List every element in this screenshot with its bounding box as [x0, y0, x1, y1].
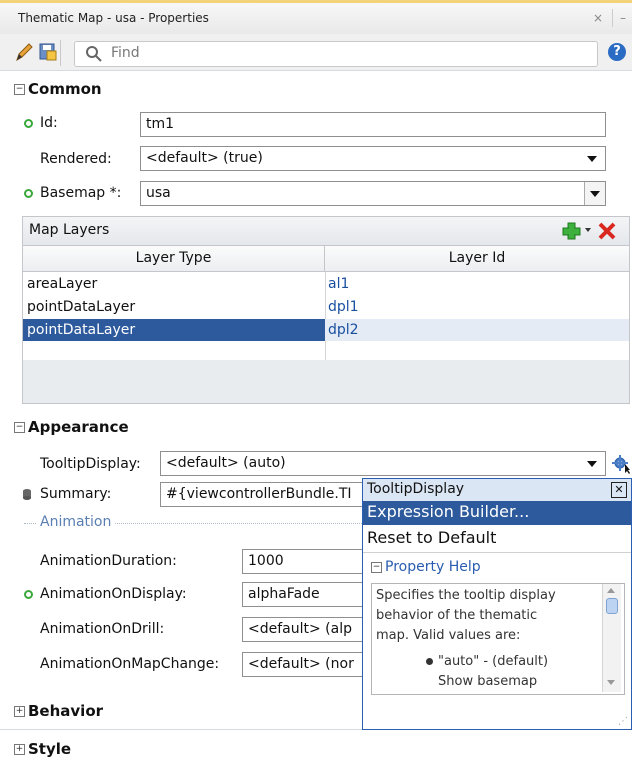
- property-help-text: Specifies the tooltip display behavior o…: [371, 583, 625, 695]
- resize-grip-icon[interactable]: ⋰: [618, 716, 628, 727]
- collapse-toggle-icon[interactable]: −: [371, 561, 382, 573]
- summary-label: Summary:: [40, 486, 112, 502]
- layer-type-cell: pointDataLayer: [27, 299, 136, 315]
- database-icon: [23, 489, 31, 500]
- required-dot-icon: [24, 189, 33, 198]
- table-row[interactable]: areaLayer al1: [23, 273, 629, 295]
- section-style-label: Style: [28, 740, 72, 758]
- dropdown-button[interactable]: [584, 182, 605, 205]
- table-row-selected[interactable]: pointDataLayer dpl2: [23, 319, 629, 341]
- basemap-combobox[interactable]: usa: [140, 181, 606, 206]
- animation-on-display-label: AnimationOnDisplay:: [40, 586, 187, 602]
- expand-toggle-icon[interactable]: +: [14, 744, 25, 755]
- pencil-icon[interactable]: [14, 41, 34, 63]
- menu-item-expression-builder[interactable]: Expression Builder...: [363, 501, 631, 525]
- basemap-label: Basemap *:: [40, 185, 122, 201]
- section-common-label: Common: [28, 80, 102, 98]
- summary-field[interactable]: #{viewcontrollerBundle.TI: [160, 482, 370, 507]
- help-scrollbar[interactable]: [602, 584, 621, 692]
- save-bind-icon[interactable]: [38, 41, 58, 63]
- section-appearance[interactable]: − Appearance: [14, 418, 129, 436]
- close-icon[interactable]: ×: [593, 11, 603, 25]
- table-row[interactable]: pointDataLayer dpl1: [23, 296, 629, 318]
- section-common[interactable]: − Common: [14, 80, 102, 98]
- layer-id-cell[interactable]: dpl1: [328, 296, 359, 318]
- tooltip-display-label: TooltipDisplay:: [40, 456, 141, 472]
- map-layers-header: Map Layers: [22, 216, 630, 246]
- animation-duration-field[interactable]: 1000: [242, 549, 368, 574]
- collapse-toggle-icon[interactable]: −: [14, 84, 25, 95]
- popup-title: TooltipDisplay: [367, 481, 465, 497]
- search-input[interactable]: Find: [74, 41, 598, 67]
- window-titlebar: Thematic Map - usa - Properties × –: [0, 0, 632, 34]
- layer-id-cell[interactable]: dpl2: [328, 319, 359, 341]
- help-line: map. Valid values are:: [376, 628, 521, 643]
- property-help-label: Property Help: [385, 559, 481, 575]
- tooltip-display-value: <default> (auto): [166, 455, 286, 471]
- section-appearance-label: Appearance: [28, 418, 129, 436]
- section-behavior-label: Behavior: [28, 702, 104, 720]
- bullet-icon: [426, 658, 433, 665]
- gear-icon[interactable]: [611, 454, 631, 474]
- rendered-value: <default> (true): [146, 150, 263, 166]
- expand-toggle-icon[interactable]: +: [14, 706, 25, 717]
- layer-type-cell: areaLayer: [27, 276, 98, 292]
- chevron-down-icon: [590, 191, 600, 197]
- animation-on-drill-select[interactable]: <default> (alp: [242, 617, 368, 642]
- help-line: Specifies the tooltip display: [376, 588, 556, 603]
- chevron-down-icon: [587, 156, 597, 162]
- tooltip-display-popup: TooltipDisplay ✕ Expression Builder... R…: [362, 478, 632, 730]
- column-header-layer-id[interactable]: Layer Id: [325, 246, 629, 272]
- search-icon: [86, 46, 102, 62]
- required-dot-icon: [24, 590, 33, 599]
- column-header-layer-type[interactable]: Layer Type: [23, 246, 325, 272]
- animation-on-display-select[interactable]: alphaFade: [242, 582, 368, 607]
- animation-group-label: Animation: [36, 514, 116, 530]
- property-help-toggle[interactable]: − Property Help: [371, 559, 481, 575]
- chevron-down-icon: [587, 461, 597, 467]
- help-line: behavior of the thematic: [376, 608, 538, 623]
- id-label: Id:: [40, 115, 58, 131]
- scroll-thumb[interactable]: [606, 598, 618, 614]
- section-style[interactable]: + Style: [14, 740, 71, 758]
- titlebar-divider: [612, 9, 613, 27]
- basemap-value: usa: [146, 185, 171, 201]
- menu-item-label: Expression Builder...: [367, 502, 530, 521]
- animation-on-map-change-select[interactable]: <default> (nor: [242, 652, 368, 677]
- delete-icon[interactable]: [597, 221, 617, 241]
- menu-item-label: Reset to Default: [367, 528, 497, 547]
- window-title: Thematic Map - usa - Properties: [18, 11, 209, 25]
- animation-duration-label: AnimationDuration:: [40, 553, 177, 569]
- tooltip-display-select[interactable]: <default> (auto): [160, 451, 606, 476]
- close-popup-icon[interactable]: ✕: [611, 482, 627, 498]
- add-menu-chevron-icon[interactable]: [585, 228, 591, 232]
- search-placeholder: Find: [111, 45, 140, 61]
- animation-on-map-change-label: AnimationOnMapChange:: [40, 656, 220, 672]
- minimize-icon[interactable]: –: [620, 11, 626, 25]
- animation-on-drill-label: AnimationOnDrill:: [40, 621, 165, 637]
- add-icon[interactable]: [561, 221, 583, 241]
- help-icon[interactable]: ?: [608, 43, 626, 61]
- map-layers-title: Map Layers: [29, 222, 110, 238]
- layer-type-cell: pointDataLayer: [27, 322, 136, 338]
- help-bullet: "auto" - (default): [438, 654, 549, 669]
- id-field[interactable]: tm1: [140, 112, 606, 137]
- rendered-label: Rendered:: [40, 151, 112, 167]
- section-behavior[interactable]: + Behavior: [14, 702, 103, 720]
- collapse-toggle-icon[interactable]: −: [14, 422, 25, 433]
- scroll-down-icon[interactable]: [607, 680, 615, 685]
- menu-item-reset-to-default[interactable]: Reset to Default: [363, 526, 631, 550]
- scroll-up-icon[interactable]: [607, 588, 615, 593]
- layer-id-cell[interactable]: al1: [328, 273, 349, 295]
- rendered-select[interactable]: <default> (true): [140, 146, 606, 171]
- toolbar-separator: [60, 40, 61, 66]
- popup-title-bar: TooltipDisplay ✕: [363, 479, 631, 502]
- help-line: Show basemap: [438, 674, 538, 689]
- required-dot-icon: [24, 119, 33, 128]
